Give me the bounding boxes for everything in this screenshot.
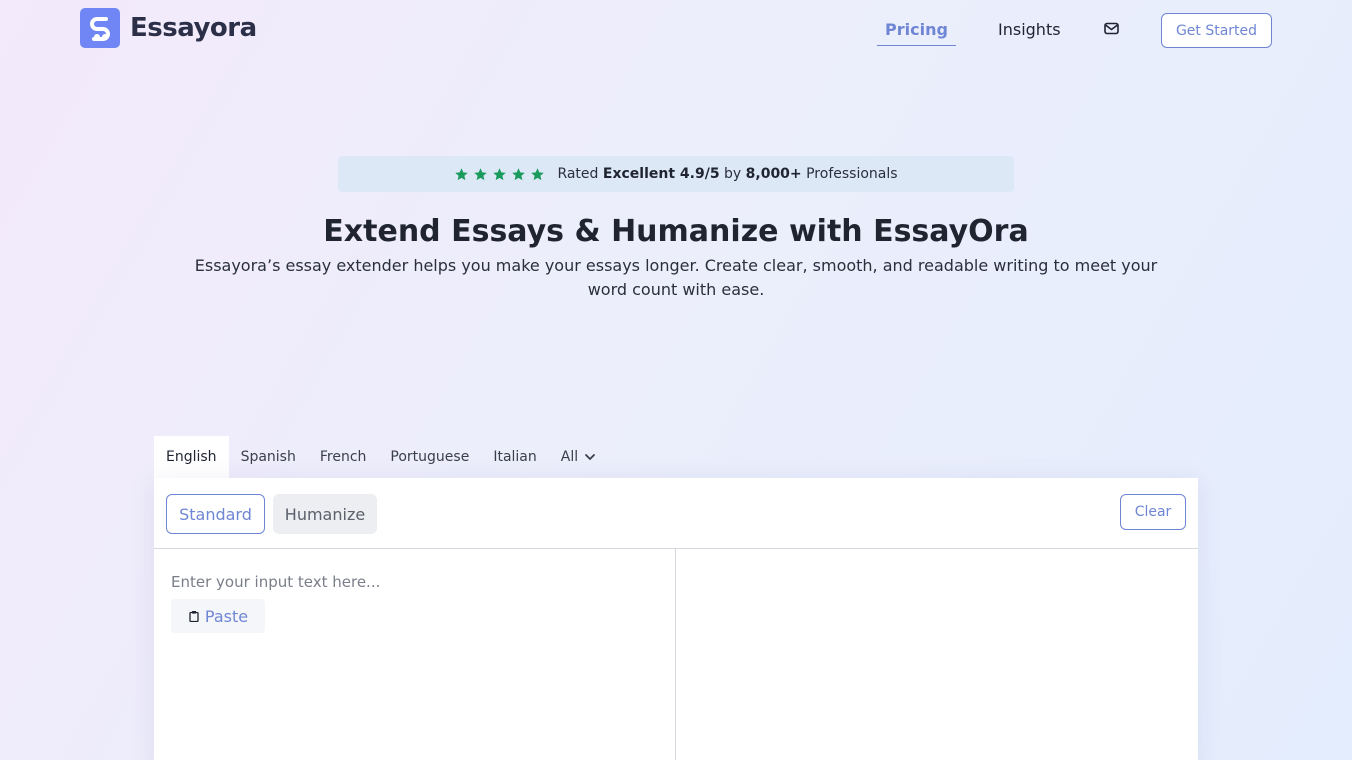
rating-score: Excellent 4.9/5 [602, 166, 720, 182]
input-pane: Paste [154, 549, 676, 760]
mail-icon[interactable] [1103, 20, 1121, 38]
logo-icon [80, 8, 120, 48]
star-icon [493, 167, 507, 180]
star-icon [531, 167, 545, 180]
page-subtitle: Essayora’s essay extender helps you make… [194, 256, 1158, 299]
language-tabs: English Spanish French Portuguese Italia… [154, 436, 608, 478]
tab-english[interactable]: English [154, 436, 229, 478]
brand-logo[interactable]: Essayora [80, 8, 257, 48]
rating-suffix: Professionals [801, 166, 898, 182]
tab-french[interactable]: French [308, 436, 379, 478]
paste-label: Paste [204, 606, 249, 626]
tab-all-dropdown[interactable]: All [549, 436, 608, 478]
tab-spanish[interactable]: Spanish [229, 436, 308, 478]
rating-count: 8,000+ [745, 166, 802, 182]
star-icon [474, 167, 488, 180]
paste-button[interactable]: Paste [171, 599, 265, 633]
editor-toolbar: Standard Humanize Clear [154, 478, 1198, 549]
tab-label: English [166, 449, 217, 465]
chevron-down-icon [585, 454, 596, 460]
clear-button[interactable]: Clear [1120, 494, 1186, 530]
clipboard-icon [189, 611, 199, 622]
tab-label: All [560, 449, 579, 465]
rating-banner: Rated Excellent 4.9/5 by 8,000+ Professi… [338, 156, 1014, 192]
star-icon [512, 167, 526, 180]
brand-name: Essayora [130, 13, 257, 43]
humanize-mode-button[interactable]: Humanize [273, 494, 377, 534]
rating-prefix: Rated [557, 166, 603, 182]
rating-by: by [719, 166, 746, 182]
tab-label: French [319, 449, 367, 465]
get-started-button[interactable]: Get Started [1161, 13, 1272, 48]
nav-pricing-link[interactable]: Pricing [877, 20, 956, 46]
standard-mode-button[interactable]: Standard [166, 494, 265, 534]
rating-stars [454, 167, 549, 182]
page-title: Extend Essays & Humanize with EssayOra [323, 214, 1029, 249]
star-icon [455, 167, 469, 180]
tab-label: Spanish [240, 449, 296, 465]
tab-portuguese[interactable]: Portuguese [378, 436, 481, 478]
tab-italian[interactable]: Italian [481, 436, 548, 478]
nav-insights-link[interactable]: Insights [998, 20, 1061, 39]
tab-label: Portuguese [390, 449, 470, 465]
output-pane [676, 549, 1198, 760]
editor-card: Standard Humanize Clear Paste [154, 478, 1198, 760]
input-text-field[interactable] [171, 567, 661, 597]
top-navbar: Essayora Pricing Insights Get Started [0, 0, 1352, 60]
tab-label: Italian [493, 449, 537, 465]
